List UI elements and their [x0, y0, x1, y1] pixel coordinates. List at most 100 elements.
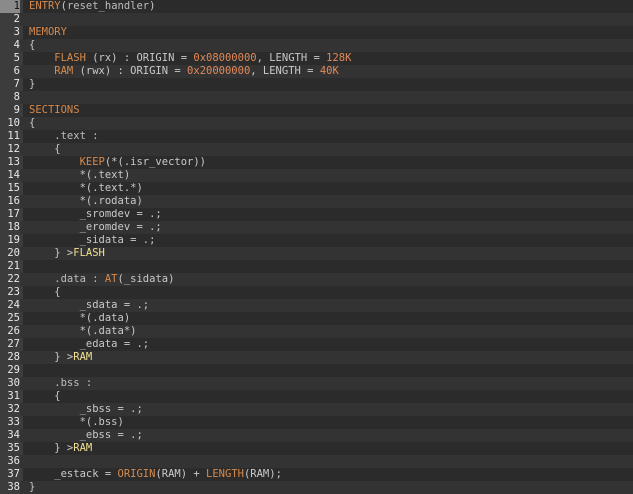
code-line[interactable]: 9 SECTIONS [0, 104, 633, 117]
code-text[interactable]: } [29, 481, 35, 494]
code-line[interactable]: 28 } >RAM [0, 351, 633, 364]
code-text[interactable]: } >RAM [29, 351, 92, 364]
code-line[interactable]: 21 [0, 260, 633, 273]
code-token: MEMORY [29, 26, 67, 38]
code-line[interactable]: 20 } >FLASH [0, 247, 633, 260]
code-line[interactable]: 33 *(.bss) [0, 416, 633, 429]
code-line[interactable]: 4{ [0, 39, 633, 52]
code-token: (rwx) : ORIGIN = [79, 65, 188, 77]
code-text[interactable]: _sbss = .; [29, 403, 143, 416]
code-line[interactable]: 38} [0, 481, 633, 494]
code-token: *(.data) [29, 312, 131, 324]
code-text[interactable]: SECTIONS [29, 104, 80, 117]
code-token: RAM [73, 442, 93, 454]
code-token: reset_handler [66, 0, 150, 12]
code-line[interactable]: 34 _ebss = .; [0, 429, 633, 442]
code-text[interactable]: } >FLASH [29, 247, 105, 260]
code-text[interactable]: .text : [29, 130, 99, 143]
code-line[interactable]: 15 *(.text.*) [0, 182, 633, 195]
code-line[interactable]: 12 { [0, 143, 633, 156]
code-line[interactable]: 18 _eromdev = .; [0, 221, 633, 234]
line-number: 28 [0, 351, 20, 364]
code-line[interactable]: 27 _edata = .; [0, 338, 633, 351]
code-text[interactable]: RAM (rwx) : ORIGIN = 0x20000000, LENGTH … [29, 65, 339, 78]
code-text[interactable]: *(.rodata) [29, 195, 143, 208]
code-text[interactable]: { [29, 117, 35, 130]
code-text[interactable]: *(.text.*) [29, 182, 143, 195]
code-line[interactable]: 35 } >RAM [0, 442, 633, 455]
line-number: 20 [0, 247, 20, 260]
code-line[interactable]: 23 { [0, 286, 633, 299]
code-line[interactable]: 1 ENTRY(reset_handler) [0, 0, 633, 13]
code-line[interactable]: 37 _estack = ORIGIN(RAM) + LENGTH(RAM); [0, 468, 633, 481]
code-text[interactable]: MEMORY [29, 26, 67, 39]
code-line[interactable]: 14 *(.text) [0, 169, 633, 182]
code-line[interactable]: 29 [0, 364, 633, 377]
code-token: } > [29, 351, 74, 363]
code-text[interactable]: *(.bss) [29, 416, 124, 429]
code-text[interactable]: *(.data) [29, 312, 131, 325]
code-text[interactable]: .data : AT(_sidata) [29, 273, 174, 286]
code-line[interactable]: 11 .text : [0, 130, 633, 143]
code-editor[interactable]: 1 ENTRY(reset_handler) 2 3 MEMORY 4{5 FLASH (… [0, 0, 633, 494]
code-text[interactable]: } [29, 78, 35, 91]
line-number: 6 [0, 65, 20, 78]
code-line[interactable]: 25 *(.data) [0, 312, 633, 325]
code-text[interactable]: _ebss = .; [29, 429, 143, 442]
code-token: .text : [29, 130, 99, 142]
code-line[interactable]: 19 _sidata = .; [0, 234, 633, 247]
code-line[interactable]: 7} [0, 78, 633, 91]
code-text[interactable]: .bss : [29, 377, 92, 390]
code-line[interactable]: 32 _sbss = .; [0, 403, 633, 416]
line-number: 31 [0, 390, 20, 403]
code-line[interactable]: 36 [0, 455, 633, 468]
code-line[interactable]: 5 FLASH (rx) : ORIGIN = 0x08000000, LENG… [0, 52, 633, 65]
code-line[interactable]: 3 MEMORY [0, 26, 633, 39]
code-line[interactable]: 6 RAM (rwx) : ORIGIN = 0x20000000, LENGT… [0, 65, 633, 78]
code-line[interactable]: 8 [0, 91, 633, 104]
code-token: (RAM) + [155, 468, 207, 480]
line-number: 4 [0, 39, 20, 52]
code-line[interactable]: 2 [0, 13, 633, 26]
code-text[interactable]: ENTRY(reset_handler) [29, 0, 155, 13]
line-number: 29 [0, 364, 20, 377]
line-number: 37 [0, 468, 20, 481]
code-line[interactable]: 16 *(.rodata) [0, 195, 633, 208]
code-line[interactable]: 22 .data : AT(_sidata) [0, 273, 633, 286]
line-number: 35 [0, 442, 20, 455]
code-token: LENGTH [206, 468, 244, 480]
code-text[interactable]: _sromdev = .; [29, 208, 162, 221]
code-text[interactable]: *(.text) [29, 169, 131, 182]
code-text[interactable]: { [29, 390, 60, 403]
code-token: *(.data*) [29, 325, 137, 337]
code-text[interactable]: } >RAM [29, 442, 92, 455]
code-text[interactable]: _eromdev = .; [29, 221, 162, 234]
code-token: .bss : [29, 377, 93, 389]
code-line[interactable]: 31 { [0, 390, 633, 403]
code-text[interactable]: _edata = .; [29, 338, 150, 351]
code-text[interactable]: FLASH (rx) : ORIGIN = 0x08000000, LENGTH… [29, 52, 351, 65]
code-line[interactable]: 10 { [0, 117, 633, 130]
code-line[interactable]: 26 *(.data*) [0, 325, 633, 338]
code-token: 0x08000000 [193, 52, 257, 64]
code-text[interactable]: _sdata = .; [29, 299, 150, 312]
code-text[interactable]: _sidata = .; [29, 234, 156, 247]
code-token: _sromdev = .; [29, 208, 162, 220]
code-token: _sdata = .; [29, 299, 150, 311]
line-number: 25 [0, 312, 20, 325]
code-token: , LENGTH = [250, 65, 320, 77]
code-line[interactable]: 30 .bss : [0, 377, 633, 390]
code-text[interactable]: { [29, 286, 60, 299]
code-text[interactable]: _estack = ORIGIN(RAM) + LENGTH(RAM); [29, 468, 282, 481]
code-token: (RAM); [243, 468, 282, 480]
code-token: ORIGIN [117, 468, 156, 480]
line-number: 18 [0, 221, 20, 234]
code-line[interactable]: 24 _sdata = .; [0, 299, 633, 312]
code-text[interactable]: { [29, 143, 60, 156]
line-number: 30 [0, 377, 20, 390]
code-line[interactable]: 17 _sromdev = .; [0, 208, 633, 221]
code-line[interactable]: 13 KEEP(*(.isr_vector)) [0, 156, 633, 169]
code-text[interactable]: { [29, 39, 35, 52]
code-text[interactable]: *(.data*) [29, 325, 137, 338]
code-text[interactable]: KEEP(*(.isr_vector)) [29, 156, 206, 169]
